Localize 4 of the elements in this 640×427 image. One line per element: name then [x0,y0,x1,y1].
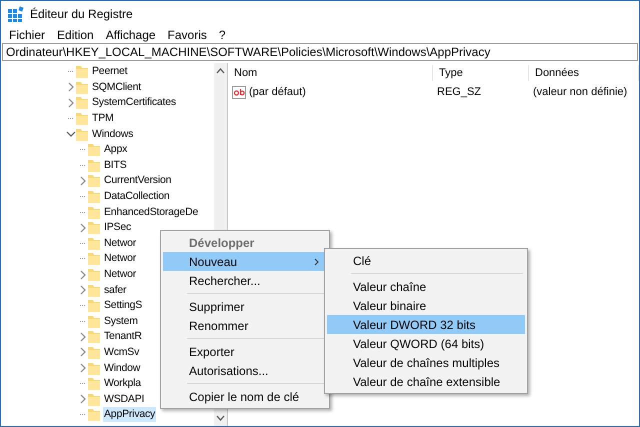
window-title: Éditeur du Registre [30,6,133,22]
value-type: REG_SZ [436,84,482,100]
value-name: (par défaut) [249,84,306,100]
value-data: (valeur non définie) [532,84,628,100]
